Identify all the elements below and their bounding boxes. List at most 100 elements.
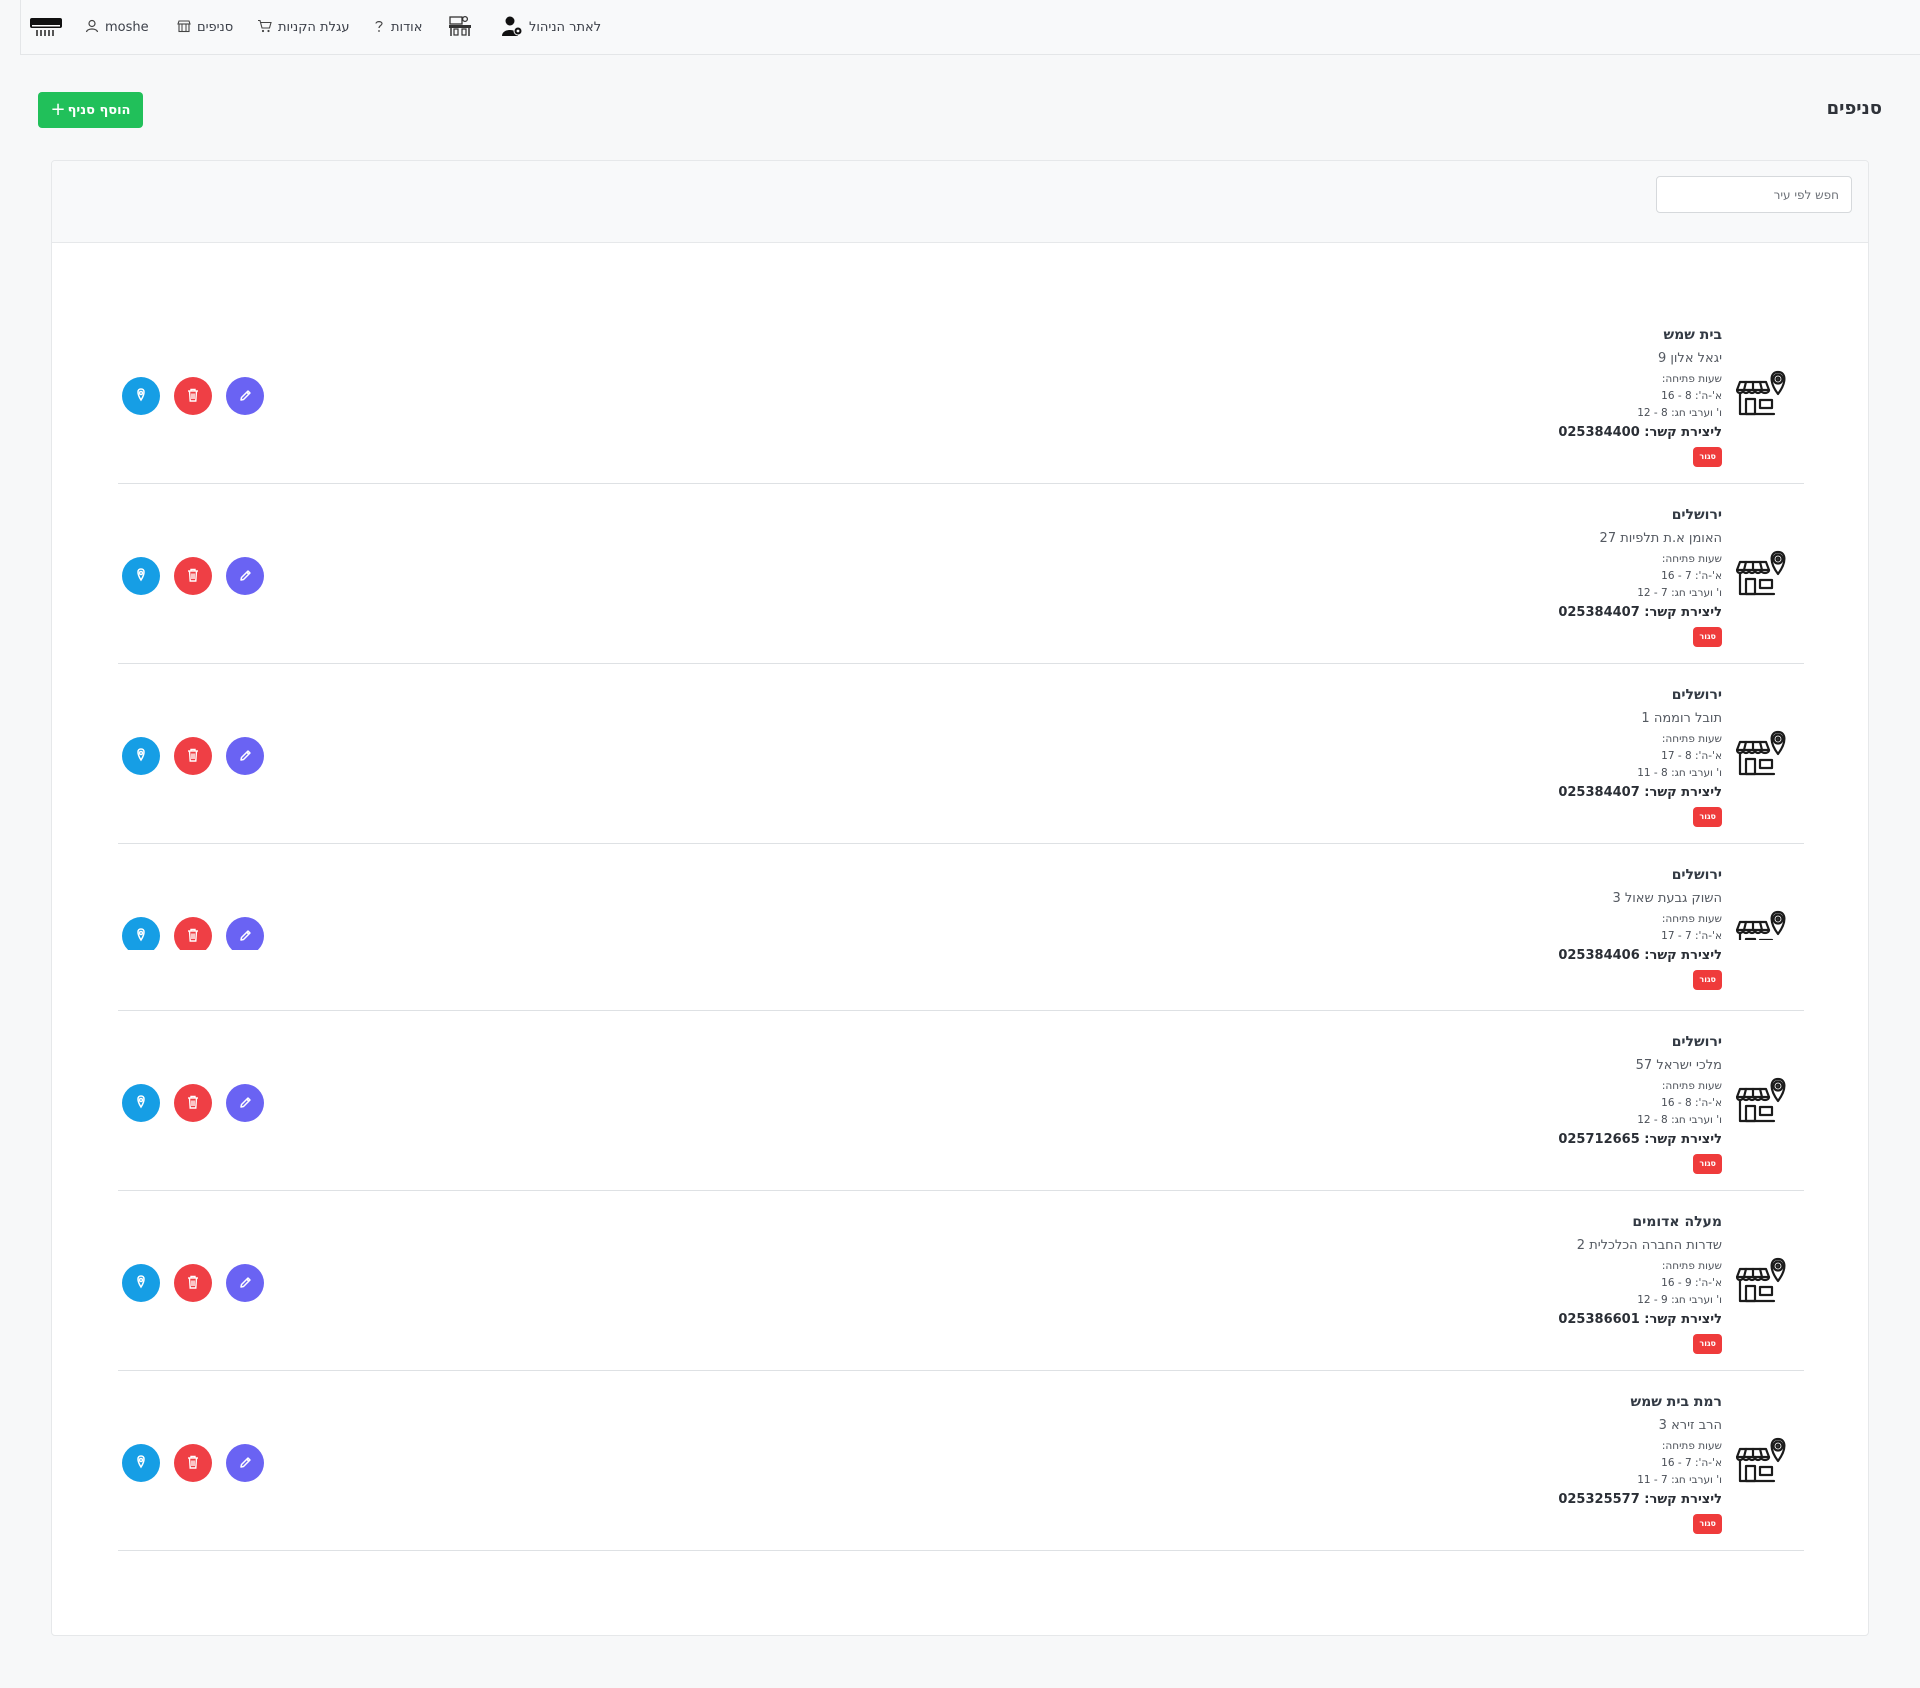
status-badge: סגור (1693, 1514, 1722, 1534)
row-actions (122, 1444, 264, 1482)
edit-button[interactable] (226, 377, 264, 415)
friday-hours: ו' וערבי חג: 7 - 12 (1637, 587, 1722, 599)
admin-user-icon (501, 15, 523, 41)
location-button[interactable] (122, 1444, 160, 1482)
nav-cart[interactable]: עגלת הקניות (257, 0, 349, 55)
nav-contact[interactable] (448, 0, 472, 55)
branch-info: מעלה אדומים שדרות החברה הכלכלית 2 שעות פ… (1558, 1211, 1722, 1354)
branch-info: ירושלים האומן א.ת תלפיות 27 שעות פתיחה: … (1558, 504, 1722, 647)
edit-button[interactable] (226, 557, 264, 595)
row-actions (122, 737, 264, 775)
branch-row: ירושלים האומן א.ת תלפיות 27 שעות פתיחה: … (118, 484, 1804, 664)
weekday-hours: א'-ה': 8 - 17 (1661, 750, 1722, 762)
status-badge: סגור (1693, 1154, 1722, 1174)
hours-label: שעות פתיחה: (1661, 373, 1722, 385)
pencil-icon (239, 1274, 252, 1293)
location-button[interactable] (122, 737, 160, 775)
status-badge: סגור (1693, 1334, 1722, 1354)
hours-label: שעות פתיחה: (1661, 553, 1722, 565)
status-badge: סגור (1693, 970, 1722, 990)
delete-button[interactable] (174, 557, 212, 595)
store-location-icon (1735, 362, 1792, 418)
branch-row: ירושלים השוק גבעת שאול 3 שעות פתיחה: א'-… (118, 844, 1804, 1011)
delete-button[interactable] (174, 377, 212, 415)
map-pin-icon (135, 1454, 147, 1473)
branch-city: מעלה אדומים (1632, 1214, 1722, 1230)
edit-button[interactable] (226, 1264, 264, 1302)
weekday-hours: א'-ה': 9 - 16 (1661, 1277, 1722, 1289)
branch-info: ירושלים תובל רוממה 1 שעות פתיחה: א'-ה': … (1558, 684, 1722, 827)
branches-card: בית שמש יגאל אלון 9 שעות פתיחה: א'-ה': 8… (51, 160, 1869, 1636)
location-button[interactable] (122, 1084, 160, 1122)
edit-button[interactable] (226, 737, 264, 775)
nav-admin-label: לאתר הניהול (529, 20, 602, 35)
location-button[interactable] (122, 557, 160, 595)
map-pin-icon (135, 387, 147, 406)
edit-button[interactable] (226, 1084, 264, 1122)
air-conditioner-logo-icon[interactable] (29, 16, 63, 38)
page-title: סניפים (1826, 98, 1882, 119)
row-actions (122, 377, 264, 415)
location-button[interactable] (122, 377, 160, 415)
trash-icon (187, 1094, 199, 1113)
add-branch-label: הוסף סניף (67, 102, 131, 118)
hours-label: שעות פתיחה: (1661, 1260, 1722, 1272)
branch-address: האומן א.ת תלפיות 27 (1599, 531, 1722, 546)
trash-icon (187, 567, 199, 586)
branch-row: מעלה אדומים שדרות החברה הכלכלית 2 שעות פ… (118, 1191, 1804, 1371)
store-location-icon (1735, 542, 1792, 598)
branch-address: הרב זירא 3 (1658, 1418, 1722, 1433)
hours-label: שעות פתיחה: (1661, 1080, 1722, 1092)
location-button[interactable] (122, 1264, 160, 1302)
row-actions (122, 1264, 264, 1302)
user-icon (85, 19, 99, 37)
map-pin-icon (135, 927, 147, 946)
delete-button[interactable] (174, 1264, 212, 1302)
nav-admin-site[interactable]: לאתר הניהול (501, 0, 601, 55)
branch-city: בית שמש (1663, 327, 1722, 343)
delete-button[interactable] (174, 1444, 212, 1482)
branch-contact: ליצירת קשר: 025384407 (1558, 785, 1722, 800)
pencil-icon (239, 1094, 252, 1113)
pencil-icon (239, 1454, 252, 1473)
nav-about-label: אודות (391, 20, 423, 35)
status-badge: סגור (1693, 807, 1722, 827)
branch-info: ירושלים מלכי ישראל 57 שעות פתיחה: א'-ה':… (1558, 1031, 1722, 1174)
branch-city: ירושלים (1671, 507, 1722, 523)
pencil-icon (239, 927, 252, 946)
branch-contact: ליצירת קשר: 025386601 (1558, 1312, 1722, 1327)
branch-contact: ליצירת קשר: 025325577 (1558, 1492, 1722, 1507)
delete-button[interactable] (174, 737, 212, 775)
nav-branches[interactable]: סניפים (177, 0, 233, 55)
delete-button[interactable] (174, 1084, 212, 1122)
edit-button[interactable] (226, 1444, 264, 1482)
city-search-input[interactable] (1656, 176, 1852, 213)
service-desk-icon (448, 14, 472, 42)
map-pin-icon (135, 1094, 147, 1113)
nav-user-label: moshe (105, 20, 149, 35)
branch-contact: ליצירת קשר: 025384407 (1558, 605, 1722, 620)
nav-about[interactable]: אודות (373, 0, 422, 55)
location-button[interactable] (122, 917, 160, 950)
store-location-icon (1735, 1069, 1792, 1125)
branch-row: בית שמש יגאל אלון 9 שעות פתיחה: א'-ה': 8… (118, 304, 1804, 484)
branch-contact: ליצירת קשר: 025384406 (1558, 948, 1722, 963)
weekday-hours: א'-ה': 7 - 16 (1661, 1457, 1722, 1469)
nav-user[interactable]: moshe (85, 0, 149, 55)
branch-address: מלכי ישראל 57 (1635, 1058, 1722, 1073)
weekday-hours: א'-ה': 8 - 16 (1661, 390, 1722, 402)
add-branch-button[interactable]: הוסף סניף + (38, 92, 143, 128)
delete-button[interactable] (174, 917, 212, 950)
card-header (52, 161, 1868, 243)
trash-icon (187, 747, 199, 766)
branch-city: רמת בית שמש (1630, 1394, 1722, 1410)
branch-city: ירושלים (1671, 687, 1722, 703)
hours-label: שעות פתיחה: (1661, 733, 1722, 745)
edit-button[interactable] (226, 917, 264, 950)
friday-hours: ו' וערבי חג: 8 - 12 (1637, 407, 1722, 419)
branch-address: תובל רוממה 1 (1641, 711, 1722, 726)
branch-info: ירושלים השוק גבעת שאול 3 שעות פתיחה: א'-… (1558, 864, 1722, 990)
plus-icon: + (50, 99, 66, 120)
friday-hours: ו' וערבי חג: 9 - 12 (1637, 1294, 1722, 1306)
weekday-hours: א'-ה': 7 - 17 (1661, 930, 1722, 942)
